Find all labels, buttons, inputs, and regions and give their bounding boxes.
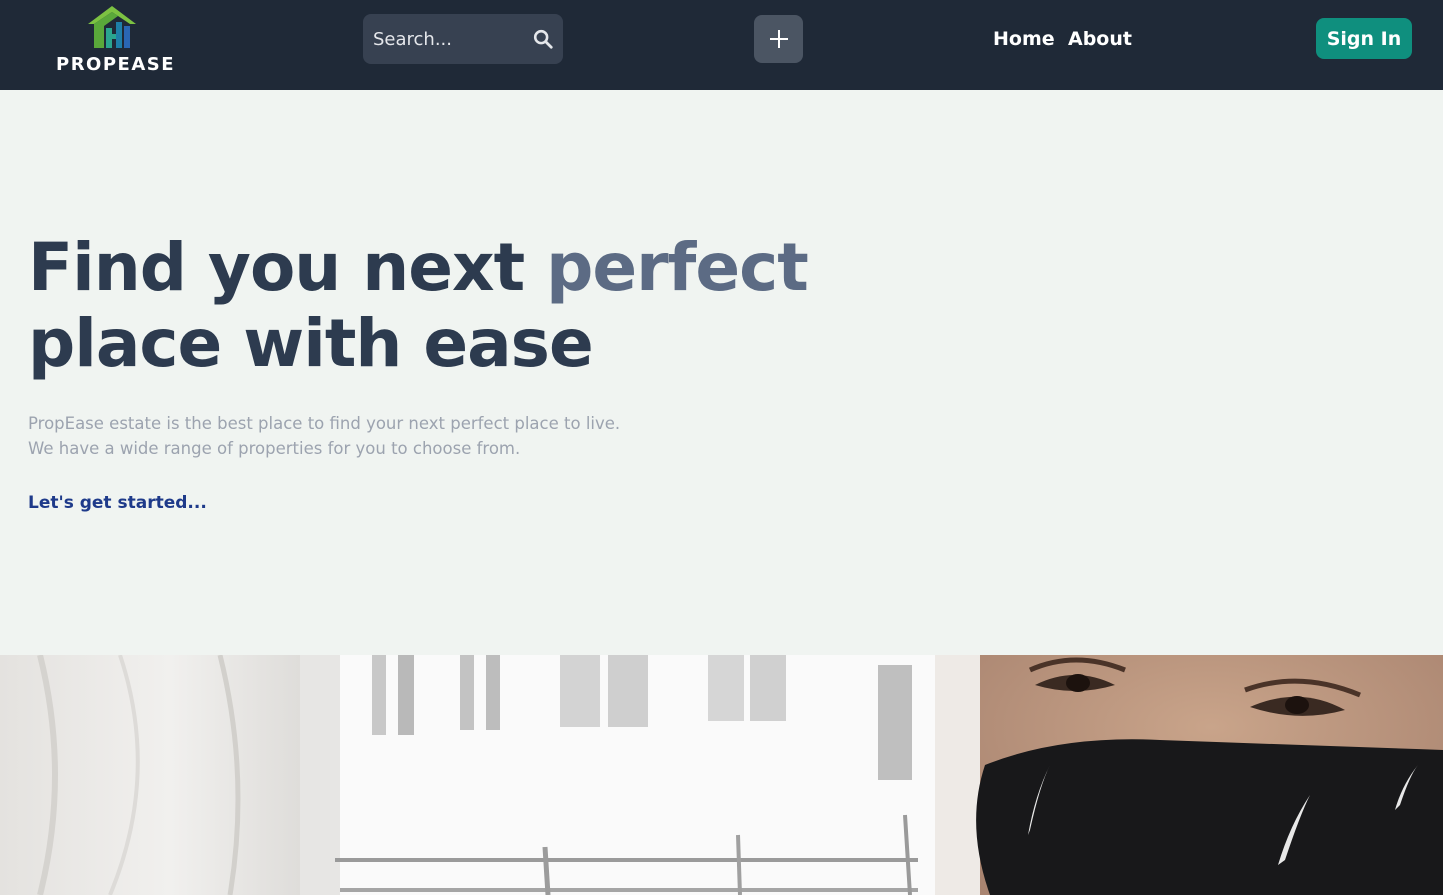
person-photo-image bbox=[0, 655, 1443, 895]
hero-photo bbox=[0, 655, 1443, 895]
plus-icon bbox=[770, 30, 788, 48]
nav-about-link[interactable]: About bbox=[1068, 28, 1132, 50]
hero-title: Find you next perfect place with ease bbox=[28, 230, 888, 382]
house-logo-icon bbox=[88, 6, 136, 48]
hero-title-accent: perfect bbox=[546, 229, 809, 306]
search-input[interactable] bbox=[363, 14, 523, 64]
hero-section: Find you next perfect place with ease Pro… bbox=[0, 90, 1443, 655]
sign-in-button[interactable]: Sign In bbox=[1316, 18, 1412, 59]
add-listing-button[interactable] bbox=[754, 15, 803, 63]
top-navbar: PROPEASE Home About Sign In bbox=[0, 0, 1443, 90]
hero-title-part1: Find you next bbox=[28, 229, 547, 306]
hero-description-line2: We have a wide range of properties for y… bbox=[28, 439, 521, 458]
search-icon[interactable] bbox=[532, 28, 554, 50]
nav-home-link[interactable]: Home bbox=[993, 28, 1055, 50]
get-started-link[interactable]: Let's get started... bbox=[28, 493, 207, 513]
hero-description-line1: PropEase estate is the best place to fin… bbox=[28, 414, 621, 433]
brand-logo[interactable]: PROPEASE bbox=[56, 4, 176, 76]
search-box bbox=[363, 14, 563, 64]
brand-name: PROPEASE bbox=[56, 54, 176, 75]
hero-title-part2: place with ease bbox=[28, 305, 594, 382]
hero-description: PropEase estate is the best place to fin… bbox=[28, 411, 648, 461]
